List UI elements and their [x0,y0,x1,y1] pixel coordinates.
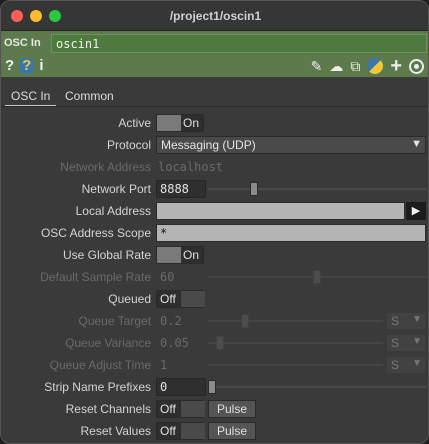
queue-target-unit-dropdown: S ▼ [386,312,426,330]
toggle-knob [157,247,181,263]
network-port-field[interactable]: 8888 [156,180,206,198]
reset-channels-toggle[interactable]: Off [156,400,205,418]
operator-name-field[interactable]: oscin1 [51,34,427,53]
use-global-rate-toggle[interactable]: On [156,246,204,264]
add-icon[interactable]: + [390,56,402,76]
queue-variance-unit-dropdown: S ▼ [386,334,426,352]
dropdown-value: S [391,336,400,350]
chevron-down-icon: ▼ [412,336,422,347]
param-label: Local Address [75,204,151,218]
reset-channels-pulse-button[interactable]: Pulse [208,400,256,418]
operator-type-label: OSC In [4,37,41,49]
default-sample-rate-field: 60 [160,270,175,284]
network-port-slider-handle[interactable] [250,182,258,196]
param-label: Network Address [60,160,151,174]
viewer-icon[interactable] [409,58,424,74]
param-strip-name-prefixes: Strip Name Prefixes 0 [1,377,428,397]
queue-target-slider-handle [241,314,250,328]
protocol-dropdown[interactable]: Messaging (UDP) ▼ [156,136,426,154]
queue-variance-slider-track [208,342,383,344]
chevron-down-icon: ▼ [412,314,422,325]
active-toggle[interactable]: On [156,114,204,132]
queue-variance-field: 0.05 [160,336,189,350]
toggle-value: Off [160,292,176,306]
network-address-value: localhost [158,160,224,174]
param-label: Reset Values [80,424,151,438]
param-network-address: Network Address localhost [1,157,428,177]
reset-values-pulse-button[interactable]: Pulse [208,422,256,440]
strip-name-prefixes-field[interactable]: 0 [156,378,206,396]
param-label: Default Sample Rate [40,270,151,284]
param-local-address: Local Address ▶ [1,201,428,221]
param-default-sample-rate: Default Sample Rate 60 [1,267,428,287]
queue-target-slider-track [208,320,383,322]
param-label: Reset Channels [65,402,151,416]
param-reset-values: Reset Values Off Pulse [1,421,428,441]
help-icon[interactable]: ? [5,58,14,74]
toggle-value: Off [160,402,176,416]
chevron-down-icon: ▼ [411,138,422,150]
parameter-tabs: OSC In Common [1,87,428,107]
param-label: Queued [108,292,151,306]
toggle-knob [181,401,205,417]
param-label: Use Global Rate [62,248,151,262]
param-label: Queue Variance [65,336,151,350]
toggle-knob [181,291,205,307]
chevron-down-icon: ▼ [412,358,422,369]
param-reset-channels: Reset Channels Off Pulse [1,399,428,419]
param-label: Queue Target [78,314,152,328]
local-address-field[interactable] [156,202,405,220]
param-label: Protocol [106,138,151,152]
queue-adjust-time-slider-track [208,364,383,366]
queued-toggle[interactable]: Off [156,290,205,308]
window-title: /project1/oscin1 [169,9,262,23]
param-network-port: Network Port 8888 [1,179,428,199]
param-queued: Queued Off [1,289,428,309]
queue-adjust-time-field: 1 [160,358,168,372]
queue-adjust-time-unit-dropdown: S ▼ [386,356,426,374]
toggle-value: On [183,248,200,262]
param-use-global-rate: Use Global Rate On [1,245,428,265]
info-icon[interactable]: i [39,58,43,74]
python-help-icon[interactable]: ? [20,58,34,74]
param-queue-target: Queue Target 0.2 S ▼ [1,311,428,331]
param-queue-adjust-time: Queue Adjust Time 1 S ▼ [1,355,428,375]
param-label: Network Port [81,182,151,196]
strip-name-prefixes-slider-handle[interactable] [208,380,216,394]
operator-header: OSC In oscin1 ? ? i ✎ ☁ ⧉ + [1,31,428,77]
param-label: Queue Adjust Time [49,358,151,372]
edit-icon[interactable]: ✎ [311,58,323,74]
parameter-window: /project1/oscin1 OSC In oscin1 ? ? i ✎ ☁… [0,0,429,444]
queue-target-field: 0.2 [160,314,182,328]
param-osc-address-scope: OSC Address Scope * [1,223,428,243]
tab-common[interactable]: Common [59,87,120,107]
reset-values-toggle[interactable]: Off [156,422,205,440]
param-label: OSC Address Scope [40,226,151,240]
queue-variance-slider-handle [216,336,225,350]
param-protocol: Protocol Messaging (UDP) ▼ [1,135,428,155]
dropdown-value: Messaging (UDP) [161,138,256,152]
toggle-knob [181,423,205,439]
python-icon[interactable] [367,58,384,74]
default-sample-rate-slider-handle [313,270,321,284]
toggle-knob [157,115,181,131]
clone-icon[interactable]: ⧉ [350,58,360,74]
param-active: Active On [1,113,428,133]
title-bar: /project1/oscin1 [1,1,428,31]
osc-address-scope-field[interactable]: * [156,224,426,242]
dropdown-value: S [391,314,400,328]
tab-divider [1,106,428,107]
dropdown-value: S [391,358,400,372]
comment-icon[interactable]: ☁ [329,58,343,74]
play-icon[interactable]: ▶ [406,202,426,220]
param-label: Active [118,116,151,130]
param-label: Strip Name Prefixes [44,380,151,394]
toggle-value: Off [160,424,176,438]
strip-name-prefixes-slider-track[interactable] [208,386,426,388]
network-port-slider-track[interactable] [208,188,426,190]
param-queue-variance: Queue Variance 0.05 S ▼ [1,333,428,353]
tab-osc-in[interactable]: OSC In [5,87,57,107]
toggle-value: On [183,116,200,130]
